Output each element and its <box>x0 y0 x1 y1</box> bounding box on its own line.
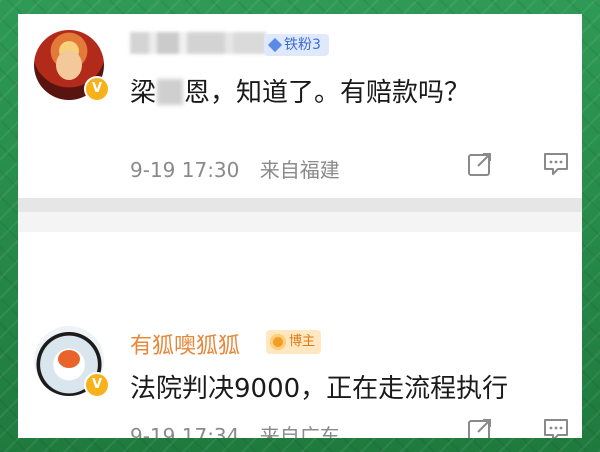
comment-text: 梁恩，知道了。有赔款吗？ <box>130 72 470 109</box>
comment-card: V 有狐噢狐狐 博主 法院判决9000，正在走流程执行 9-19 17:34 来… <box>18 232 582 438</box>
comment-icon[interactable] <box>542 150 570 178</box>
blogger-badge-label: 博主 <box>289 334 316 349</box>
comment-time: 9-19 17:30 <box>130 158 240 182</box>
comment-icon[interactable] <box>542 416 570 438</box>
comment-text-before: 梁 <box>130 78 157 108</box>
verified-v-icon: V <box>84 372 110 398</box>
comment-card: V 铁粉3 梁恩，知道了。有赔款吗？ 9-19 17:30 来自福建 <box>18 14 582 198</box>
comment-text: 法院判决9000，正在走流程执行 <box>130 374 509 404</box>
comment-time: 9-19 17:34 <box>130 424 240 438</box>
fan-level-badge[interactable]: 铁粉3 <box>264 34 329 56</box>
username[interactable]: 有狐噢狐狐 <box>130 328 240 360</box>
comment-text-after: 恩，知道了。有赔款吗？ <box>184 78 471 108</box>
blogger-badge[interactable]: 博主 <box>266 330 322 354</box>
username-obscured[interactable] <box>130 32 266 54</box>
comment-location: 来自福建 <box>259 158 340 182</box>
avatar-face <box>56 50 82 80</box>
share-icon[interactable] <box>466 150 494 178</box>
verified-v-icon: V <box>84 76 110 102</box>
diamond-icon <box>267 37 283 53</box>
comment-meta: 9-19 17:34 来自广东 <box>130 420 354 438</box>
avatar-fox <box>58 350 80 368</box>
medal-icon <box>270 334 286 350</box>
comment-meta: 9-19 17:30 来自福建 <box>130 154 354 183</box>
share-icon[interactable] <box>466 416 494 438</box>
obscured-character <box>157 79 184 105</box>
comment-separator <box>18 198 582 232</box>
comment-location: 来自广东 <box>259 424 340 438</box>
comment-list-panel: V 铁粉3 梁恩，知道了。有赔款吗？ 9-19 17:30 来自福建 V 有狐噢… <box>18 14 582 438</box>
fan-badge-label: 铁粉3 <box>284 37 321 53</box>
separator-band <box>18 198 582 212</box>
